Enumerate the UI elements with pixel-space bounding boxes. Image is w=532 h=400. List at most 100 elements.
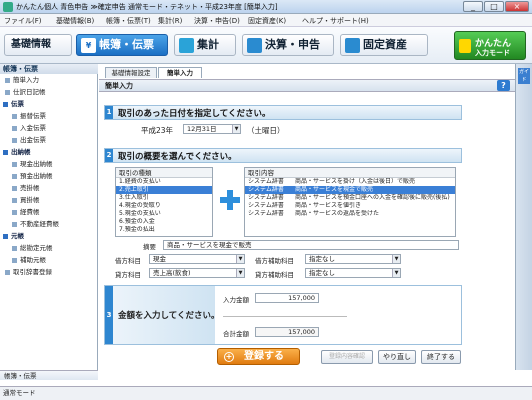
- sidebar-footer[interactable]: 帳簿・伝票: [0, 370, 98, 380]
- transaction-type-row[interactable]: 3.仕入取引: [116, 194, 212, 202]
- guide-sidebar[interactable]: ガイド: [515, 64, 532, 370]
- menu-help[interactable]: ヘルプ・サポート(H): [302, 16, 369, 26]
- easy-mode-label-2: 入力モード: [475, 49, 510, 57]
- transaction-content-rows: システム辞書 商品・サービスを掛け（入金は後日）で販売 システム辞書 商品・サービスを…: [245, 178, 455, 218]
- sidebar-item[interactable]: 総勘定元帳: [0, 243, 98, 254]
- sidebar-item-label: 仕訳日記帳: [13, 88, 46, 96]
- document-icon: [12, 246, 17, 251]
- sidebar-item-label: 総勘定元帳: [20, 244, 53, 252]
- menu-file[interactable]: ファイル(F): [4, 16, 42, 26]
- transaction-content-row[interactable]: システム辞書 商品・サービスを預金口座への入金を確認後に販売(後払): [245, 194, 455, 202]
- debit-account-select[interactable]: 現金 ▼: [149, 254, 245, 264]
- summary-icon: [179, 38, 194, 53]
- register-button[interactable]: + 登録する: [217, 348, 300, 365]
- guide-tab[interactable]: ガイド: [518, 68, 530, 84]
- redo-button[interactable]: やり直し: [378, 350, 416, 364]
- chevron-down-icon: ▼: [232, 125, 240, 133]
- sidebar-item[interactable]: 仕訳日記帳: [0, 87, 98, 98]
- content-category: システム辞書: [248, 186, 284, 193]
- document-icon: [12, 198, 17, 203]
- sidebar-item[interactable]: 現金出納帳: [0, 159, 98, 170]
- document-icon: [12, 162, 17, 167]
- menu-basic-info[interactable]: 基礎情報(B): [56, 16, 94, 26]
- close-button[interactable]: 終了する: [421, 350, 461, 364]
- transaction-content-row[interactable]: システム辞書 商品・サービスの返品を受けた: [245, 210, 455, 218]
- transaction-type-row[interactable]: 7.預金の払出: [116, 226, 212, 234]
- document-icon: [12, 222, 17, 227]
- sidebar-item-label: 出金伝票: [20, 136, 46, 144]
- sidebar-item[interactable]: 伝票: [0, 99, 98, 110]
- fixed-assets-button[interactable]: 固定資産: [340, 34, 428, 56]
- menu-summary[interactable]: 集計(R): [158, 16, 182, 26]
- document-icon: [12, 186, 17, 191]
- transaction-content-row[interactable]: システム辞書 商品・サービスを掛け（入金は後日）で販売: [245, 178, 455, 186]
- credit-sub-account-select[interactable]: 指定なし ▼: [305, 268, 401, 278]
- plus-circle-icon: +: [224, 352, 234, 362]
- input-amount-field[interactable]: 157,000: [255, 293, 319, 303]
- debit-account-value: 現金: [153, 255, 166, 263]
- summary-button[interactable]: 集計: [174, 34, 236, 56]
- transaction-type-row[interactable]: 1.経費の支払い: [116, 178, 212, 186]
- transaction-type-row[interactable]: 4.現金の受取り: [116, 202, 212, 210]
- chevron-down-icon: ▼: [392, 255, 400, 263]
- sidebar-item[interactable]: 出金伝票: [0, 135, 98, 146]
- sidebar-item[interactable]: 経費帳: [0, 207, 98, 218]
- sidebar-item[interactable]: 不動産経費帳: [0, 219, 98, 230]
- sidebar-item[interactable]: 入金伝票: [0, 123, 98, 134]
- sidebar-item-label: 買掛帳: [20, 196, 40, 204]
- summary-input[interactable]: 商品・サービスを現金で販売: [163, 240, 459, 250]
- document-icon: [12, 138, 17, 143]
- step3-number: 3: [105, 286, 113, 344]
- folder-icon: [3, 234, 8, 239]
- debit-sub-account-select[interactable]: 指定なし ▼: [305, 254, 401, 264]
- sidebar-item[interactable]: 元帳: [0, 231, 98, 242]
- credit-account-label: 貸方科目: [115, 271, 141, 279]
- input-amount-label: 入力金額: [223, 296, 249, 304]
- transaction-content-list[interactable]: 取引内容 システム辞書 商品・サービスを掛け（入金は後日）で販売 システム辞書 商品・…: [244, 167, 456, 237]
- closing-button[interactable]: 決算・申告: [242, 34, 334, 56]
- credit-account-select[interactable]: 売上高(飲食) ▼: [149, 268, 245, 278]
- document-icon: [5, 270, 10, 275]
- confirm-entry-button[interactable]: 登録内容確認: [321, 350, 373, 364]
- step1-number: 1: [105, 106, 113, 119]
- maximize-button[interactable]: □: [484, 1, 504, 12]
- step1-title: 取引のあった日付を指定してください。: [118, 109, 271, 119]
- sidebar-item[interactable]: 取引辞書登録: [0, 267, 98, 278]
- transaction-type-row[interactable]: 5.現金の支払い: [116, 210, 212, 218]
- sidebar-item[interactable]: 振替伝票: [0, 111, 98, 122]
- sidebar-item[interactable]: 出納帳: [0, 147, 98, 158]
- era-label: 平成23年: [141, 126, 174, 135]
- credit-account-value: 売上高(飲食): [153, 269, 191, 277]
- sidebar: 帳簿・伝票 簡単入力 仕訳日記帳 伝票 振替伝票 入金伝票 出金伝票 出納帳 現金出納帳 預金出…: [0, 64, 98, 370]
- sidebar-item[interactable]: 簡単入力: [0, 75, 98, 86]
- closing-label: 決算・申告: [265, 38, 320, 51]
- folder-icon: [3, 102, 8, 107]
- menu-closing[interactable]: 決算・申告(D): [194, 16, 240, 26]
- help-button[interactable]: ?: [497, 80, 510, 91]
- transaction-type-list[interactable]: 取引の種類 1.経費の支払い 2.売上取引 3.仕入取引 4.現金の受取り 5.現金の支…: [115, 167, 213, 237]
- menu-books[interactable]: 帳簿・伝票(T): [106, 16, 151, 26]
- sidebar-item[interactable]: 補助元帳: [0, 255, 98, 266]
- menu-fixed-assets[interactable]: 固定資産(K): [248, 16, 286, 26]
- sidebar-item[interactable]: 売掛帳: [0, 183, 98, 194]
- transaction-type-row[interactable]: 2.売上取引: [116, 186, 212, 194]
- easy-mode-button[interactable]: かんたん 入力モード: [454, 31, 526, 60]
- basic-info-button[interactable]: 基礎情報: [4, 34, 72, 56]
- date-select[interactable]: 12月31日 ▼: [183, 124, 241, 134]
- content-text: 商品・サービスを値引き: [295, 202, 362, 209]
- sidebar-item[interactable]: 買掛帳: [0, 195, 98, 206]
- books-button[interactable]: ¥ 帳簿・伝票: [76, 34, 168, 56]
- tab-basic-settings[interactable]: 基礎情報設定: [105, 67, 157, 78]
- step3-title: 金額を入力してください。: [118, 311, 220, 321]
- sidebar-item[interactable]: 預金出納帳: [0, 171, 98, 182]
- basic-info-label: 基礎情報: [11, 39, 51, 50]
- summary-field-label: 摘要: [143, 243, 156, 251]
- transaction-content-row[interactable]: システム辞書 商品・サービスを現金で販売: [245, 186, 455, 194]
- transaction-type-row[interactable]: 6.預金の入金: [116, 218, 212, 226]
- tab-easy-input[interactable]: 簡単入力: [158, 67, 202, 78]
- document-icon: [12, 126, 17, 131]
- close-window-button[interactable]: ×: [505, 1, 529, 12]
- transaction-content-row[interactable]: システム辞書 商品・サービスを値引き: [245, 202, 455, 210]
- chevron-down-icon: ▼: [236, 255, 244, 263]
- minimize-button[interactable]: _: [463, 1, 483, 12]
